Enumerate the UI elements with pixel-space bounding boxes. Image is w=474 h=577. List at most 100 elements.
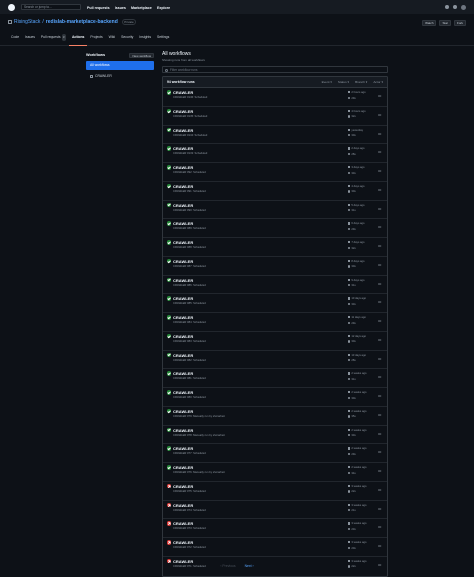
tab-code[interactable]: Code xyxy=(8,34,22,41)
more-options-icon[interactable]: ••• xyxy=(378,468,381,473)
run-name[interactable]: CRAWLER xyxy=(173,278,193,283)
more-options-icon[interactable]: ••• xyxy=(378,318,381,323)
table-row[interactable]: CRAWLER CRAWLER #88: Scheduled 7 days ago 3… xyxy=(163,238,387,257)
more-options-icon[interactable]: ••• xyxy=(378,206,381,211)
run-name[interactable]: CRAWLER xyxy=(173,503,193,508)
table-row[interactable]: CRAWLER CRAWLER #84: Scheduled 11 days ago… xyxy=(163,313,387,332)
actor-filter[interactable]: Actor ▾ xyxy=(373,80,383,84)
table-row[interactable]: CRAWLER CRAWLER #82: Scheduled 13 days ago… xyxy=(163,351,387,370)
table-row[interactable]: CRAWLER CRAWLER #85: Scheduled 10 days ago… xyxy=(163,294,387,313)
search-input[interactable]: Search or jump to... xyxy=(21,4,81,10)
more-options-icon[interactable]: ••• xyxy=(378,168,381,173)
table-row[interactable]: CRAWLER CRAWLER #74: Scheduled 3 weeks ago… xyxy=(163,501,387,520)
run-name[interactable]: CRAWLER xyxy=(173,315,193,320)
run-name[interactable]: CRAWLER xyxy=(173,259,193,264)
event-filter[interactable]: Event ▾ xyxy=(322,80,332,84)
tab-projects[interactable]: Projects xyxy=(87,34,105,41)
tab-actions[interactable]: Actions xyxy=(68,34,88,46)
new-workflow-button[interactable]: New workflow xyxy=(129,52,154,58)
table-row[interactable]: CRAWLER CRAWLER #136: Scheduled 2 hours ag… xyxy=(163,88,387,107)
run-name[interactable]: CRAWLER xyxy=(173,296,193,301)
table-row[interactable]: CRAWLER CRAWLER #83: Scheduled 12 days ago… xyxy=(163,332,387,351)
nav-marketplace[interactable]: Marketplace xyxy=(131,6,152,10)
tab-wiki[interactable]: Wiki xyxy=(106,34,118,41)
table-row[interactable]: CRAWLER CRAWLER #72: Scheduled 3 weeks ago… xyxy=(163,538,387,557)
more-options-icon[interactable]: ••• xyxy=(378,131,381,136)
more-options-icon[interactable]: ••• xyxy=(378,431,381,436)
more-options-icon[interactable]: ••• xyxy=(378,243,381,248)
run-name[interactable]: CRAWLER xyxy=(173,390,193,395)
run-name[interactable]: CRAWLER xyxy=(173,446,193,451)
table-row[interactable]: CRAWLER CRAWLER #86: Scheduled 9 days ago 3… xyxy=(163,276,387,295)
github-logo-icon[interactable] xyxy=(8,3,15,11)
more-options-icon[interactable]: ••• xyxy=(378,356,381,361)
run-name[interactable]: CRAWLER xyxy=(173,240,193,245)
repo-name[interactable]: redislab-marketplace-backend xyxy=(46,19,118,25)
more-options-icon[interactable]: ••• xyxy=(378,299,381,304)
branch-filter[interactable]: Branch ▾ xyxy=(355,80,367,84)
status-filter[interactable]: Status ▾ xyxy=(338,80,349,84)
table-row[interactable]: CRAWLER CRAWLER #90: Scheduled 5 days ago 3… xyxy=(163,201,387,220)
run-name[interactable]: CRAWLER xyxy=(173,334,193,339)
more-options-icon[interactable]: ••• xyxy=(378,393,381,398)
avatar[interactable] xyxy=(461,4,466,10)
nav-explore[interactable]: Explore xyxy=(157,6,170,10)
more-options-icon[interactable]: ••• xyxy=(378,524,381,529)
tab-issues[interactable]: Issues xyxy=(22,34,38,41)
sidebar-item-all-workflows[interactable]: All workflows xyxy=(86,61,154,70)
run-name[interactable]: CRAWLER xyxy=(173,221,193,226)
run-name[interactable]: CRAWLER xyxy=(173,128,193,133)
run-name[interactable]: CRAWLER xyxy=(173,146,193,151)
more-options-icon[interactable]: ••• xyxy=(378,412,381,417)
run-name[interactable]: CRAWLER xyxy=(173,90,193,95)
tab-pull-requests[interactable]: Pull requests 3 xyxy=(38,34,69,41)
run-name[interactable]: CRAWLER xyxy=(173,559,193,564)
star-button[interactable]: Star xyxy=(439,20,451,26)
table-row[interactable]: CRAWLER CRAWLER #81: Scheduled 2 weeks ago… xyxy=(163,369,387,388)
more-options-icon[interactable]: ••• xyxy=(378,281,381,286)
more-options-icon[interactable]: ••• xyxy=(378,374,381,379)
table-row[interactable]: CRAWLER CRAWLER #133: Scheduled 2 days ago… xyxy=(163,144,387,163)
more-options-icon[interactable]: ••• xyxy=(378,506,381,511)
run-name[interactable]: CRAWLER xyxy=(173,353,193,358)
run-name[interactable]: CRAWLER xyxy=(173,540,193,545)
more-options-icon[interactable]: ••• xyxy=(378,337,381,342)
plus-icon[interactable] xyxy=(453,5,457,9)
table-row[interactable]: CRAWLER CRAWLER #89: Scheduled 6 days ago 2… xyxy=(163,219,387,238)
table-row[interactable]: CRAWLER CRAWLER #92: Scheduled 3 days ago 3… xyxy=(163,163,387,182)
more-options-icon[interactable]: ••• xyxy=(378,543,381,548)
run-name[interactable]: CRAWLER xyxy=(173,409,193,414)
more-options-icon[interactable]: ••• xyxy=(378,112,381,117)
repo-owner[interactable]: RisingStack xyxy=(14,19,40,25)
table-row[interactable]: CRAWLER CRAWLER #91: Scheduled 4 days ago 3… xyxy=(163,182,387,201)
more-options-icon[interactable]: ••• xyxy=(378,149,381,154)
table-row[interactable]: CRAWLER CRAWLER #73: Scheduled 3 weeks ago… xyxy=(163,519,387,538)
table-row[interactable]: CRAWLER CRAWLER #79: Manually run by shor… xyxy=(163,407,387,426)
next-page-button[interactable]: Next › xyxy=(245,564,254,568)
table-row[interactable]: CRAWLER CRAWLER #75: Scheduled 3 weeks ago… xyxy=(163,482,387,501)
table-row[interactable]: CRAWLER CRAWLER #135: Scheduled 4 hours ag… xyxy=(163,107,387,126)
table-row[interactable]: CRAWLER CRAWLER #80: Scheduled 2 weeks ago… xyxy=(163,388,387,407)
tab-settings[interactable]: Settings xyxy=(154,34,172,41)
run-name[interactable]: CRAWLER xyxy=(173,484,193,489)
run-name[interactable]: CRAWLER xyxy=(173,109,193,114)
run-name[interactable]: CRAWLER xyxy=(173,165,193,170)
more-options-icon[interactable]: ••• xyxy=(378,224,381,229)
table-row[interactable]: CRAWLER CRAWLER #87: Scheduled 8 days ago 3… xyxy=(163,257,387,276)
run-name[interactable]: CRAWLER xyxy=(173,371,193,376)
nav-pull-requests[interactable]: Pull requests xyxy=(87,6,110,10)
nav-issues[interactable]: Issues xyxy=(115,6,126,10)
tab-security[interactable]: Security xyxy=(118,34,136,41)
run-name[interactable]: CRAWLER xyxy=(173,428,193,433)
more-options-icon[interactable]: ••• xyxy=(378,487,381,492)
run-name[interactable]: CRAWLER xyxy=(173,203,193,208)
more-options-icon[interactable]: ••• xyxy=(378,262,381,267)
previous-page-button[interactable]: ‹ Previous xyxy=(220,564,235,568)
table-row[interactable]: CRAWLER CRAWLER #76: Manually run by shor… xyxy=(163,463,387,482)
watch-button[interactable]: Watch xyxy=(422,20,437,26)
more-options-icon[interactable]: ••• xyxy=(378,187,381,192)
filter-runs-input[interactable]: Filter workflow runs xyxy=(162,66,388,73)
fork-button[interactable]: Fork xyxy=(454,20,466,26)
table-row[interactable]: CRAWLER CRAWLER #77: Scheduled 2 weeks ago… xyxy=(163,444,387,463)
run-name[interactable]: CRAWLER xyxy=(173,184,193,189)
